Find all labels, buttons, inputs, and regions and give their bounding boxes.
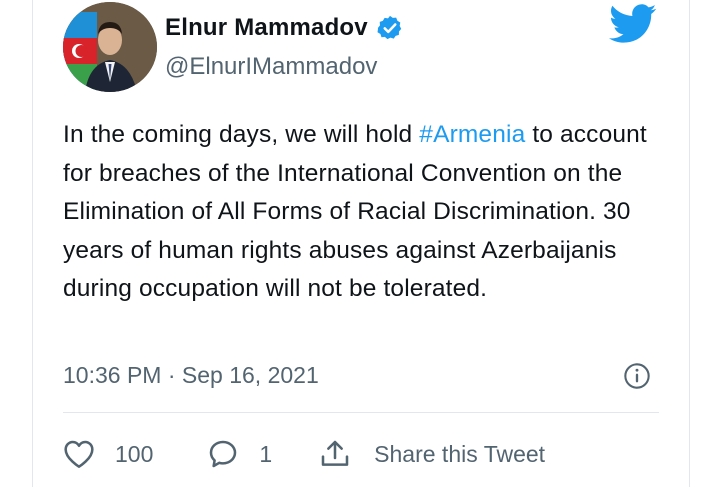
reply-button[interactable]: 1 bbox=[207, 438, 272, 470]
tweet-text: In the coming days, we will hold #Armeni… bbox=[63, 116, 663, 309]
avatar-photo bbox=[63, 2, 157, 92]
info-icon[interactable] bbox=[623, 362, 651, 390]
verified-badge-icon bbox=[376, 14, 404, 42]
author-handle[interactable]: @ElnurIMammadov bbox=[165, 53, 377, 81]
action-bar: 100 1 Share this Tweet bbox=[63, 434, 545, 474]
avatar[interactable] bbox=[63, 2, 157, 92]
heart-icon bbox=[63, 439, 95, 469]
like-button[interactable]: 100 bbox=[63, 439, 153, 469]
divider bbox=[63, 412, 659, 413]
tweet-card: Elnur Mammadov @ElnurIMammadov In the co… bbox=[32, 0, 690, 487]
tweet-text-before: In the coming days, we will hold bbox=[63, 121, 420, 148]
like-count: 100 bbox=[115, 440, 154, 467]
author-name-row: Elnur Mammadov bbox=[165, 14, 404, 42]
tweet-timestamp[interactable]: 10:36 PM · Sep 16, 2021 bbox=[63, 362, 319, 389]
author-name[interactable]: Elnur Mammadov bbox=[165, 14, 368, 42]
share-upload-icon bbox=[318, 438, 352, 470]
speech-bubble-icon bbox=[207, 438, 239, 470]
share-button[interactable]: Share this Tweet bbox=[318, 438, 545, 470]
share-label: Share this Tweet bbox=[374, 440, 546, 467]
reply-count: 1 bbox=[259, 440, 273, 467]
hashtag-link[interactable]: #Armenia bbox=[419, 121, 525, 148]
tweet-text-after: to account for breaches of the Internati… bbox=[63, 121, 647, 302]
twitter-bird-icon[interactable] bbox=[609, 4, 657, 44]
